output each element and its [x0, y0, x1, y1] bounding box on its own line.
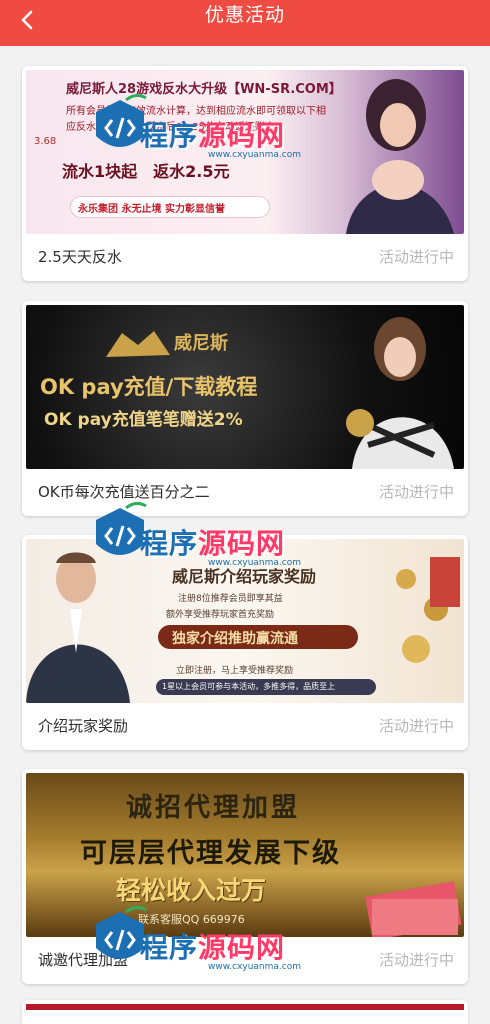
- promotion-card[interactable]: 威尼斯介绍玩家奖励 注册8位推荐会员即享其益 额外享受推荐玩家首充奖励 独家介绍…: [22, 535, 468, 750]
- lion-logo-icon: [106, 331, 170, 357]
- banner-subline: 可层层代理发展下级: [80, 838, 341, 869]
- banner-line: 立即注册，马上享受推荐奖励: [176, 666, 294, 676]
- top-bar: 优惠活动: [0, 0, 490, 46]
- promotion-status: 活动进行中: [378, 717, 454, 735]
- promotion-status: 活动进行中: [378, 951, 454, 969]
- banner-line: 所有会员按照有效流水计算，达到相应流水即可领取以下相: [66, 106, 326, 117]
- card-meta: 2.5天天反水 活动进行中: [22, 240, 468, 278]
- banner-headline: 威尼斯介绍玩家奖励: [172, 567, 317, 586]
- page-title: 优惠活动: [204, 4, 285, 26]
- banner-line: 注册8位推荐会员即享其益: [178, 594, 283, 604]
- promotion-banner-partial: [26, 1004, 464, 1010]
- promotion-banner[interactable]: 威尼斯人28游戏反水大升级【WN-SR.COM】 所有会员按照有效流水计算，达到…: [26, 70, 464, 234]
- card-meta: 诚邀代理加盟 活动进行中: [22, 943, 468, 981]
- banner-headline: OK pay充值/下载教程: [40, 375, 258, 399]
- businessman-figure-icon: [26, 552, 130, 703]
- banner-line: 应反水，天天返，返水后00:35分自动返还账户: [66, 122, 275, 133]
- banner-tag: 轻松收入过万: [116, 876, 267, 905]
- banner-brand: 威尼斯: [174, 333, 228, 354]
- banner-line: 永乐集团 永无止境 实力彰显信誉: [78, 204, 225, 215]
- banner-line: 流水1块起 返水2.5元: [62, 162, 230, 181]
- promotion-caption: OK币每次充值送百分之二: [38, 483, 210, 501]
- banner-subline: OK pay充值笔笔赠送2%: [44, 410, 243, 430]
- banner-line: 额外享受推荐玩家首充奖励: [166, 610, 275, 620]
- promotion-banner[interactable]: 威尼斯 OK pay充值/下载教程 OK pay充值笔笔赠送2%: [26, 305, 464, 469]
- promotion-caption: 2.5天天反水: [38, 248, 122, 266]
- money-stack-icon: [365, 881, 462, 937]
- promotion-card-partial[interactable]: [22, 1000, 468, 1024]
- card-meta: 介绍玩家奖励 活动进行中: [22, 709, 468, 747]
- banner-tag: 独家介绍推助赢流通: [172, 631, 298, 647]
- promotion-status: 活动进行中: [378, 248, 454, 266]
- banner-contact: 联系客服QQ 669976: [138, 913, 245, 926]
- coins-icon: [396, 557, 460, 663]
- banner-headline: 诚招代理加盟: [126, 793, 301, 823]
- promotion-status: 活动进行中: [378, 483, 454, 501]
- model-figure-icon: [346, 79, 454, 234]
- promotion-caption: 介绍玩家奖励: [38, 717, 129, 735]
- promotion-banner[interactable]: 威尼斯介绍玩家奖励 注册8位推荐会员即享其益 额外享受推荐玩家首充奖励 独家介绍…: [26, 539, 464, 703]
- promotion-card[interactable]: 威尼斯 OK pay充值/下载教程 OK pay充值笔笔赠送2% OK币每次充值…: [22, 301, 468, 516]
- promotion-caption: 诚邀代理加盟: [38, 951, 129, 969]
- card-meta: OK币每次充值送百分之二 活动进行中: [22, 475, 468, 513]
- banner-line: 1星以上会员可参与本活动，多推多得，品质至上: [162, 682, 336, 691]
- banner-headline: 威尼斯人28游戏反水大升级【WN-SR.COM】: [66, 82, 342, 97]
- promotion-card[interactable]: 威尼斯人28游戏反水大升级【WN-SR.COM】 所有会员按照有效流水计算，达到…: [22, 66, 468, 281]
- promotion-banner[interactable]: 诚招代理加盟 可层层代理发展下级 轻松收入过万 联系客服QQ 669976: [26, 773, 464, 937]
- model-figure-icon: [346, 317, 454, 469]
- banner-line: 3.68: [34, 136, 57, 147]
- promotion-card[interactable]: 诚招代理加盟 可层层代理发展下级 轻松收入过万 联系客服QQ 669976 诚邀…: [22, 769, 468, 984]
